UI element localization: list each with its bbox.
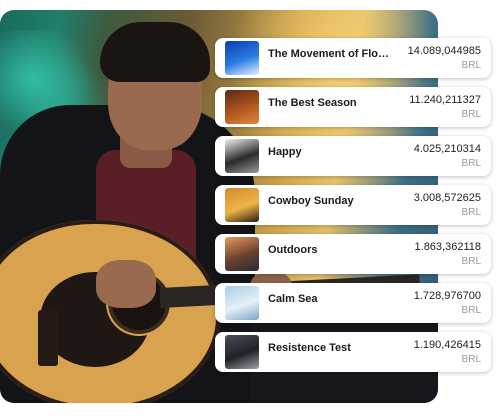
track-title: Calm Sea [268,293,318,305]
hair [100,22,210,82]
track-title: Cowboy Sunday [268,195,354,207]
track-title: Resistence Test [268,342,351,354]
currency-label: BRL [461,305,481,316]
track-card-6[interactable]: Calm Sea 1.728,976700 BRL [215,283,491,323]
track-earnings-value: 4.025,210314 [413,143,481,155]
track-artwork-thumbnail [225,188,259,222]
track-card-2[interactable]: The Best Season 11.240,211327 BRL [215,87,491,127]
track-card-5[interactable]: Outdoors 1.863,362118 BRL [215,234,491,274]
currency-label: BRL [461,109,481,120]
guitar-bridge [38,310,58,366]
track-artwork-thumbnail [225,41,259,75]
currency-label: BRL [461,354,481,365]
track-title: Outdoors [268,244,318,256]
track-artwork-thumbnail [225,139,259,173]
track-artwork-thumbnail [225,237,259,271]
track-earnings-value: 3.008,572625 [413,192,481,204]
track-title: Happy [268,146,302,158]
track-earnings-value: 1.728,976700 [413,290,481,302]
currency-label: BRL [461,207,481,218]
track-title: The Movement of Flowe... [268,48,396,60]
track-artwork-thumbnail [225,335,259,369]
track-artwork-thumbnail [225,90,259,124]
track-card-4[interactable]: Cowboy Sunday 3.008,572625 BRL [215,185,491,225]
currency-label: BRL [461,60,481,71]
track-card-1[interactable]: The Movement of Flowe... 14.089,044985 B… [215,38,491,78]
track-earnings-value: 1.863,362118 [414,241,481,253]
track-card-7[interactable]: Resistence Test 1.190,426415 BRL [215,332,491,372]
track-earnings-value: 1.190,426415 [413,339,481,351]
currency-label: BRL [461,158,481,169]
track-earnings-list: The Movement of Flowe... 14.089,044985 B… [215,38,491,381]
track-title: The Best Season [268,97,357,109]
currency-label: BRL [461,256,481,267]
track-earnings-value: 14.089,044985 [407,45,481,57]
track-artwork-thumbnail [225,286,259,320]
track-earnings-value: 11.240,211327 [409,94,481,106]
track-card-3[interactable]: Happy 4.025,210314 BRL [215,136,491,176]
strumming-hand [96,260,156,308]
